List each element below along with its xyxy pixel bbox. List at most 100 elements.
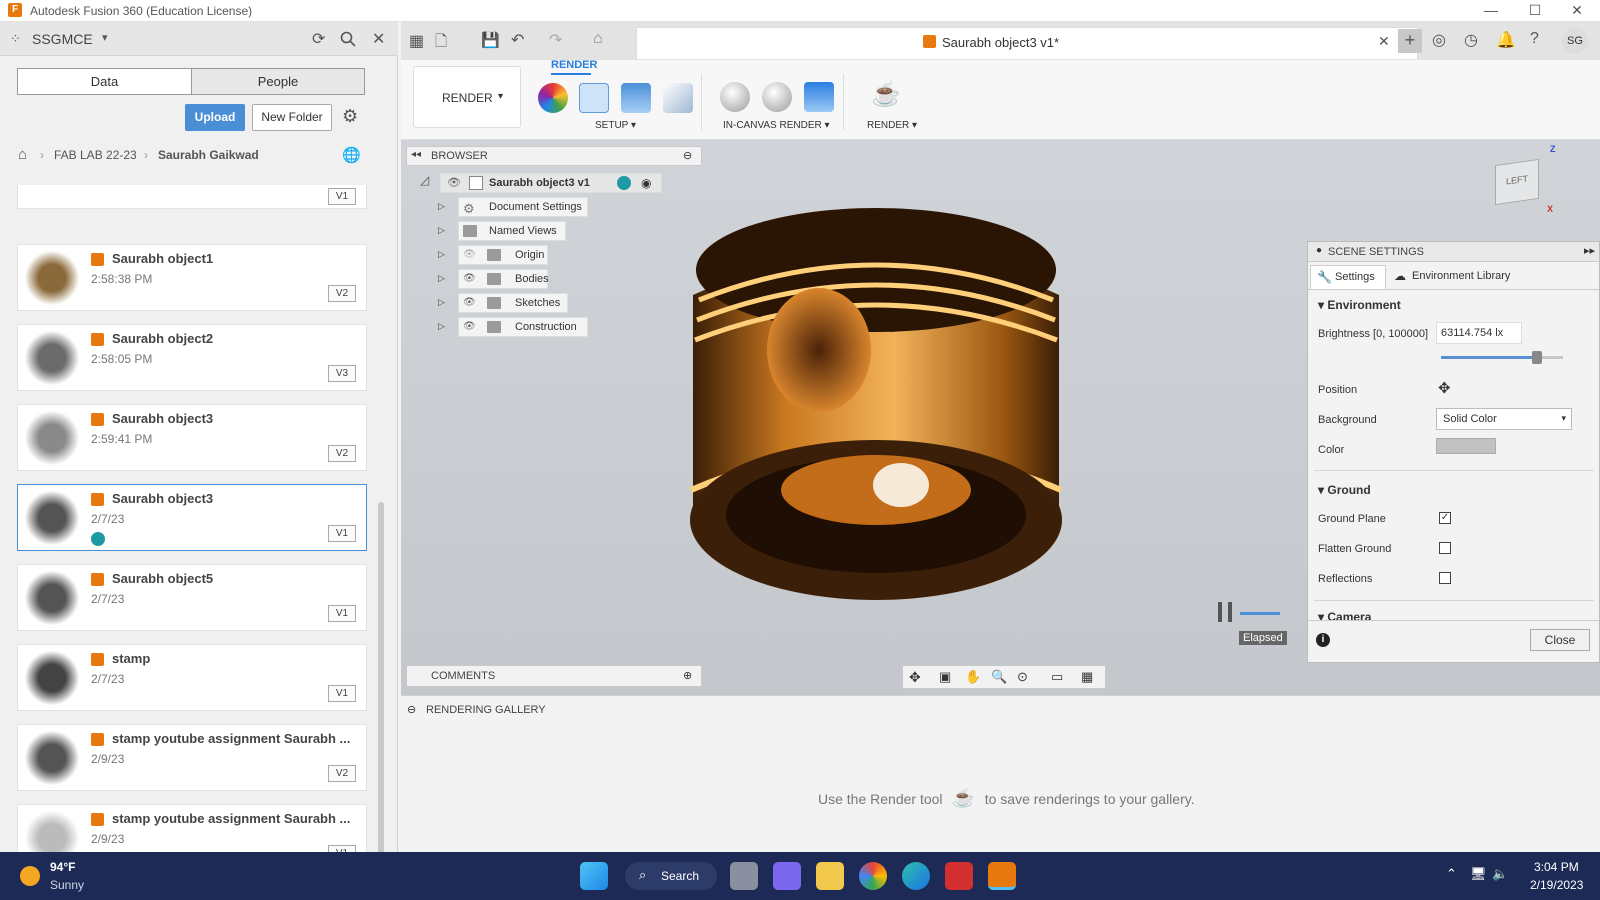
texture-map-icon[interactable] (621, 83, 651, 113)
eye-icon[interactable]: 👁 (447, 174, 461, 192)
browser-node[interactable]: 👁 Sketches (458, 293, 568, 313)
team-name[interactable]: SSGMCE (32, 31, 93, 47)
file-thumbnail[interactable] (24, 331, 80, 385)
save-icon[interactable]: 💾 (481, 31, 500, 49)
pause-render-icon[interactable] (1218, 602, 1232, 622)
look-at-icon[interactable]: ▣ (939, 669, 951, 685)
brightness-field[interactable]: 63114.754 lx (1436, 322, 1522, 344)
teams-chat-icon[interactable] (773, 862, 801, 890)
list-item[interactable]: Saurabh object3 2/7/23 V1 (17, 484, 367, 551)
ground-plane-checkbox[interactable]: ✓ (1439, 512, 1451, 524)
eye-icon[interactable]: 👁 (463, 318, 476, 336)
brightness-slider-thumb[interactable] (1532, 351, 1543, 364)
volume-icon[interactable]: 🔈 (1492, 866, 1508, 882)
windows-start-icon[interactable] (580, 862, 608, 890)
workspace-switcher[interactable]: RENDER ▾ (413, 66, 521, 128)
version-badge[interactable]: V1 (328, 685, 356, 702)
file-name[interactable]: Saurabh object5 (112, 571, 362, 586)
browser-node[interactable]: Named Views (458, 221, 566, 241)
weather-sun-icon[interactable] (20, 866, 40, 886)
list-item[interactable]: V1 (17, 185, 367, 209)
file-name[interactable]: Saurabh object3 (112, 491, 362, 506)
breadcrumb-folder[interactable]: Saurabh Gaikwad (158, 148, 259, 162)
grid-settings-icon[interactable]: ▦ (1081, 669, 1093, 685)
list-item[interactable]: Saurabh object1 2:58:38 PM V2 (17, 244, 367, 311)
list-item[interactable]: Saurabh object3 2:59:41 PM V2 (17, 404, 367, 471)
expand-arrow-icon[interactable]: ▷ (438, 249, 450, 261)
file-name[interactable]: Saurabh object1 (112, 251, 362, 266)
tab-people[interactable]: People (192, 69, 364, 94)
task-view-icon[interactable] (730, 862, 758, 890)
upload-button[interactable]: Upload (185, 104, 245, 131)
file-thumbnail[interactable] (24, 731, 80, 785)
close-tab-icon[interactable]: ✕ (1378, 33, 1390, 50)
browser-node[interactable]: 👁 Construction (458, 317, 588, 337)
comments-panel[interactable]: COMMENTS ⊕ (406, 665, 702, 687)
expand-arrow-icon[interactable]: ▷ (438, 297, 450, 309)
refresh-icon[interactable]: ⟳ (312, 29, 325, 49)
version-badge[interactable]: V1 (328, 525, 356, 542)
maximize-button[interactable]: ☐ (1520, 2, 1550, 20)
browser-minimize-icon[interactable]: ⊖ (683, 149, 692, 162)
browser-node[interactable]: ⚙ Document Settings (458, 197, 588, 217)
minimize-button[interactable]: — (1476, 2, 1506, 20)
browser-node[interactable]: 👁 Bodies (458, 269, 549, 289)
file-icon[interactable]: 🗋 (435, 31, 447, 56)
tab-environment-library[interactable]: ☁ Environment Library (1388, 265, 1530, 289)
eye-icon[interactable]: 👁 (463, 294, 476, 312)
weather-temp[interactable]: 94°F (50, 860, 75, 874)
brightness-slider[interactable] (1441, 351, 1563, 364)
capture-image-icon[interactable] (804, 82, 834, 112)
redo-icon[interactable]: ↷ (549, 30, 562, 50)
file-name[interactable]: stamp youtube assignment Saurabh ... (112, 731, 362, 746)
orbit-icon[interactable]: ✥ (909, 669, 921, 686)
in-canvas-settings-icon[interactable] (762, 82, 792, 112)
expand-arrow-icon[interactable]: ▷ (438, 273, 450, 285)
breadcrumb-project[interactable]: FAB LAB 22-23 (54, 148, 137, 162)
version-badge[interactable]: V2 (328, 445, 356, 462)
undo-icon[interactable]: ↶ (511, 30, 524, 50)
move-icon[interactable]: ✥ (1438, 379, 1451, 397)
tab-render[interactable]: RENDER (551, 59, 597, 71)
ground-section[interactable]: ▾ Ground (1318, 483, 1371, 497)
home-tab-icon[interactable]: ⌂ (593, 30, 603, 48)
file-name[interactable]: Saurabh object3 (112, 411, 362, 426)
file-thumbnail[interactable] (24, 651, 80, 705)
fusion-taskbar-icon[interactable] (988, 862, 1016, 890)
file-thumbnail[interactable] (24, 251, 80, 305)
list-item[interactable]: Saurabh object2 2:58:05 PM V3 (17, 324, 367, 391)
fit-icon[interactable]: ⊙ (1017, 669, 1028, 685)
close-panel-icon[interactable]: ✕ (372, 29, 385, 49)
info-icon[interactable]: i (1316, 633, 1330, 647)
new-tab-icon[interactable]: + (1398, 29, 1422, 53)
version-badge[interactable]: V2 (328, 765, 356, 782)
browser-root[interactable]: 👁 Saurabh object3 v1 ◉ (440, 173, 662, 193)
add-comment-icon[interactable]: ⊕ (683, 669, 692, 682)
job-status-icon[interactable]: ◷ (1464, 30, 1478, 50)
in-canvas-render-group-label[interactable]: IN-CANVAS RENDER ▾ (723, 120, 830, 131)
home-icon[interactable]: ⌂ (18, 146, 27, 163)
extensions-icon[interactable]: ◎ (1432, 30, 1446, 50)
render-group-label[interactable]: RENDER ▾ (867, 120, 917, 131)
avatar[interactable]: SG (1562, 28, 1588, 54)
clock-time[interactable]: 3:04 PM (1534, 860, 1579, 874)
appearance-icon[interactable] (538, 83, 568, 113)
reflections-checkbox[interactable] (1439, 572, 1451, 584)
file-thumbnail[interactable] (24, 571, 80, 625)
eye-icon[interactable]: 👁 (463, 246, 476, 264)
list-item[interactable]: Saurabh object5 2/7/23 V1 (17, 564, 367, 631)
autocad-icon[interactable] (945, 862, 973, 890)
edge-icon[interactable] (902, 862, 930, 890)
display-settings-icon[interactable]: ▭ (1051, 669, 1063, 685)
tab-data[interactable]: Data (18, 69, 192, 94)
expand-panel-icon[interactable]: ▸▸ (1584, 244, 1595, 257)
file-thumbnail[interactable] (24, 411, 80, 465)
network-icon[interactable]: 🖥 (1470, 866, 1487, 882)
expand-arrow-icon[interactable]: ▷ (438, 225, 450, 237)
background-select[interactable]: Solid Color ▾ (1436, 408, 1572, 430)
chevron-down-icon[interactable]: ▾ (102, 31, 108, 44)
version-badge[interactable]: V3 (328, 365, 356, 382)
new-folder-button[interactable]: New Folder (252, 104, 332, 131)
file-name[interactable]: Saurabh object2 (112, 331, 362, 346)
decal-icon[interactable] (663, 83, 693, 113)
